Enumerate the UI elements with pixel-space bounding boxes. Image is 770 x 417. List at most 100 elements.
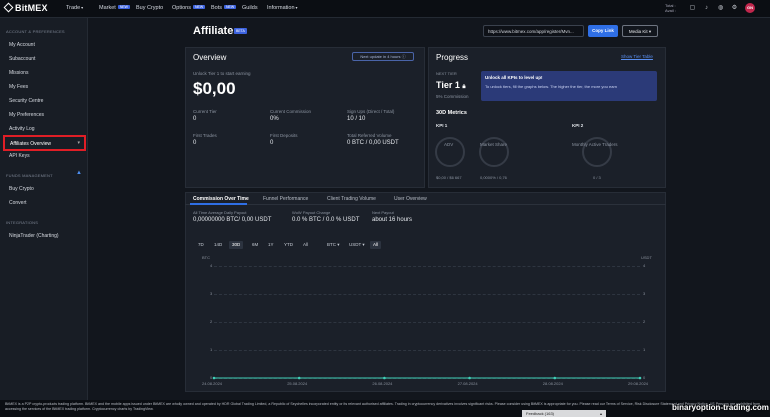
nav-information[interactable]: Information▾ [267, 5, 298, 11]
y-tick-right: 4 [643, 263, 646, 268]
tab-commission-over-time[interactable]: Commission Over Time [193, 196, 249, 202]
sign-ups-value: 10 / 10 [347, 116, 366, 122]
sidebar-item-security-centre[interactable]: Security Centre [9, 98, 43, 104]
btc-select[interactable]: BTC ▾ [324, 241, 343, 249]
sidebar-item-subaccount[interactable]: Subaccount [9, 56, 35, 62]
usdt-select[interactable]: USDT ▾ [346, 241, 368, 249]
media-kit-button[interactable]: Media Kit ▾ [622, 25, 658, 37]
y-tick-left: 2 [210, 319, 213, 324]
sidebar-item-buy-crypto[interactable]: Buy Crypto [9, 186, 34, 192]
avatar[interactable]: GN [745, 3, 755, 13]
current-commission-label: Current Commission [270, 109, 312, 114]
chevron-down-icon: ▾ [77, 140, 80, 146]
y-tick-left: 0 [210, 375, 213, 380]
sidebar-item-missions[interactable]: Missions [9, 70, 28, 76]
y-tick-right: 2 [643, 319, 646, 324]
gridline [214, 294, 640, 295]
y-tick-left: 4 [210, 263, 213, 268]
balance-summary[interactable]: Total : Avail : [665, 3, 676, 13]
bell-icon[interactable]: ♪ [703, 5, 710, 12]
tab-client-trading-volume[interactable]: Client Trading Volume [327, 196, 376, 202]
y-tick-right: 1 [643, 347, 646, 352]
x-tick-label: 25.08.2024 [287, 381, 308, 386]
x-tick-label: 26.08.2024 [372, 381, 393, 386]
beta-badge: BETA [234, 28, 247, 34]
sidebar-item-my-account[interactable]: My Account [9, 42, 35, 48]
range-all[interactable]: All [300, 241, 311, 249]
watermark: binaryoption-trading.com [672, 403, 769, 412]
range-ytd[interactable]: YTD [281, 241, 296, 249]
unlock-tier-text: Unlock Tier 1 to start earning [193, 71, 251, 76]
sidebar-section-account: ACCOUNT & PREFERENCES [6, 29, 65, 34]
copy-link-button[interactable]: Copy Link [588, 25, 618, 37]
sidebar-item-api-keys[interactable]: API Keys [9, 153, 30, 159]
nav-buy-crypto[interactable]: Buy Crypto [136, 5, 163, 11]
range-30d[interactable]: 30D [229, 241, 244, 249]
first-trades-label: First Trades [193, 133, 217, 138]
sidebar-section-funds: FUNDS MANAGEMENT [6, 173, 53, 178]
first-deposits-label: First Deposits [270, 133, 298, 138]
range-14d[interactable]: 14D [211, 241, 225, 249]
logo-icon [3, 2, 14, 13]
x-tick-label: 29.08.2024 [628, 381, 649, 386]
sidebar-item-ninjatrader[interactable]: NinjaTrader (Charting) [9, 233, 59, 239]
sidebar-item-label: Affiliates Overview [10, 140, 52, 147]
tab-user-overview[interactable]: User Overview [394, 196, 427, 202]
kpi1-label: KPI 1 [436, 123, 448, 128]
nav-guilds[interactable]: Guilds [242, 5, 258, 11]
referral-link-field[interactable]: https://www.bitmex.com/app/register/Mvn.… [483, 25, 584, 37]
settings-icon[interactable]: ⚙ [731, 5, 738, 12]
feedback-button[interactable]: Feedback (163) ▴ [522, 410, 606, 417]
wow-change-label: WoW Payout Change [292, 210, 331, 215]
active-traders-label: Monthly Active Traders [572, 142, 618, 147]
range-6m[interactable]: 6M [249, 241, 261, 249]
nav-bots[interactable]: Bots NEW [211, 5, 237, 11]
y-axis-left-label: BTC [202, 255, 210, 260]
chevron-up-icon: ▴ [599, 411, 602, 416]
sidebar-item-my-fees[interactable]: My Fees [9, 84, 28, 90]
current-commission-value: 0% [270, 116, 279, 122]
nav-market[interactable]: Market NEW [99, 5, 130, 11]
referred-volume-label: Total Referred Volume [347, 133, 392, 138]
next-payout-value: about 16 hours [372, 217, 413, 223]
page-title: Affiliates [193, 25, 240, 37]
x-tick-label: 24.08.2024 [202, 381, 223, 386]
sign-ups-label: Sign Ups (Direct / Total) [347, 109, 395, 114]
sidebar-item-convert[interactable]: Convert [9, 200, 27, 206]
adv-label: ADV [444, 142, 454, 147]
sidebar-item-affiliates-overview[interactable]: Affiliates Overview ▾ [3, 135, 86, 151]
market-share-value: 0,0000% / 0,76 [480, 175, 507, 180]
range-1y[interactable]: 1Y [265, 241, 277, 249]
tab-active-indicator [190, 203, 247, 205]
nav-options[interactable]: Options NEW [172, 5, 206, 11]
sidebar-item-my-preferences[interactable]: My Preferences [9, 112, 44, 118]
avg-payout-label: All Time Average Daily Payout [193, 210, 247, 215]
globe-icon[interactable]: ◍ [717, 5, 724, 12]
progress-panel [428, 47, 666, 188]
x-tick-label: 27.08.2024 [457, 381, 478, 386]
kpi2-label: KPI 2 [572, 123, 584, 128]
next-tier-commission: 5% Commission [436, 94, 469, 99]
range-7d[interactable]: 7D [195, 241, 207, 249]
sidebar-item-activity-log[interactable]: Activity Log [9, 126, 35, 132]
gridline [214, 378, 640, 379]
info-icon: ⓘ [401, 54, 406, 59]
footer-disclaimer: BitMEX is a P2P crypto-products trading … [0, 400, 770, 417]
overview-title: Overview [193, 53, 227, 62]
first-trades-value: 0 [193, 140, 197, 146]
earnings-value: $0,00 [193, 79, 236, 98]
referred-volume-value: 0 BTC / 0,00 USDT [347, 140, 399, 146]
x-tick-label: 28.08.2024 [542, 381, 563, 386]
y-tick-left: 3 [210, 291, 213, 296]
tab-funnel-performance[interactable]: Funnel Performance [263, 196, 308, 202]
wallet-icon[interactable]: ▢ [689, 5, 696, 12]
market-share-label: Market Share [480, 142, 508, 147]
next-update-badge: Next update in 4 hours ⓘ [352, 52, 414, 61]
all-select[interactable]: All [370, 241, 382, 249]
progress-title: Progress [436, 53, 469, 62]
nav-trade[interactable]: Trade▾ [66, 5, 83, 11]
bitmex-logo[interactable]: BitMEX [3, 2, 48, 13]
chevron-down-icon: ▾ [648, 29, 652, 34]
next-payout-label: Next Payout [372, 210, 394, 215]
show-tier-table-link[interactable]: Show Tier Table [621, 54, 653, 59]
